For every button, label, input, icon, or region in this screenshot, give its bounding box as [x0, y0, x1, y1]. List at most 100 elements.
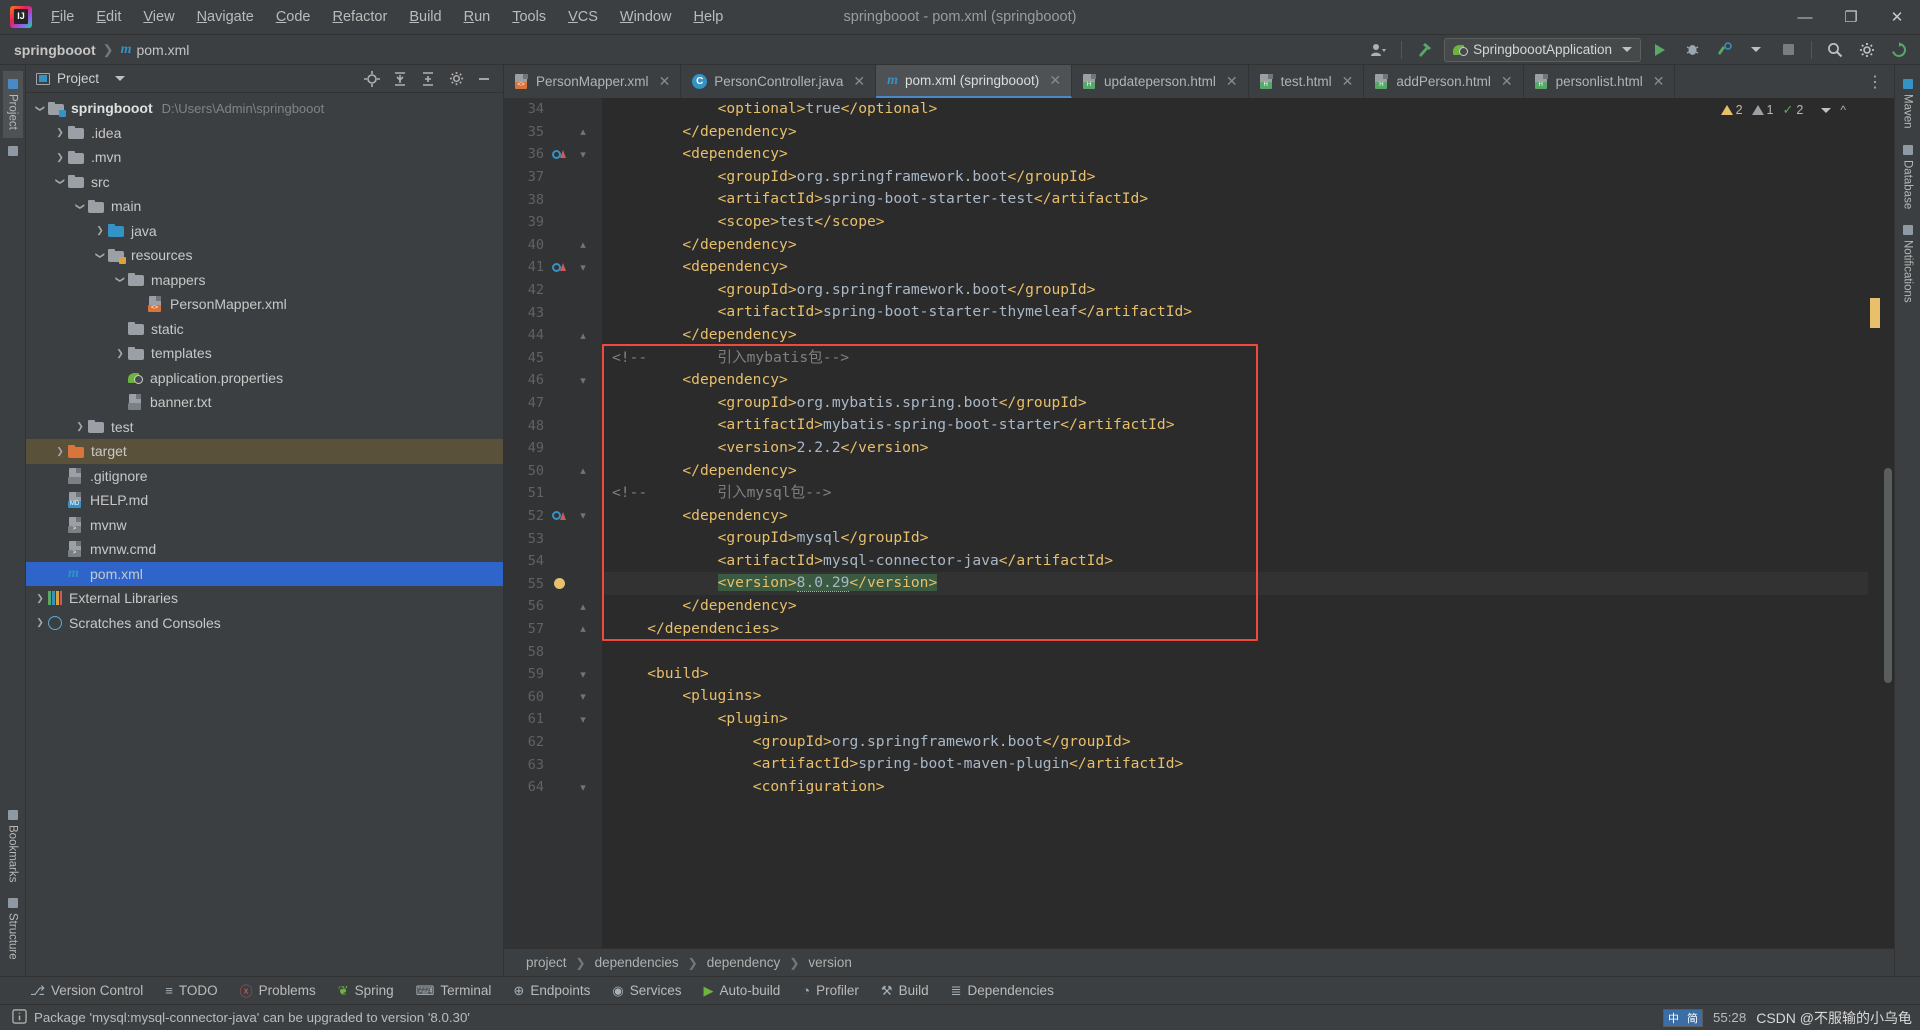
- hide-icon[interactable]: [471, 67, 497, 91]
- code-line[interactable]: <groupId>org.springframework.boot</group…: [602, 731, 1868, 754]
- gutter-row[interactable]: 57 ▴: [504, 618, 602, 641]
- close-icon[interactable]: ✕: [1049, 72, 1061, 89]
- tool-window-version-control[interactable]: ⎇ Version Control: [30, 983, 143, 999]
- run-gutter-icon[interactable]: [548, 511, 570, 521]
- fold-collapse-icon[interactable]: ▾: [570, 374, 596, 387]
- gutter-row[interactable]: 50 ▴: [504, 460, 602, 483]
- code-line[interactable]: <artifactId>spring-boot-starter-test</ar…: [602, 188, 1868, 211]
- gutter-row[interactable]: 64 ▾: [504, 776, 602, 799]
- code-line[interactable]: <build>: [602, 663, 1868, 686]
- fold-end-icon[interactable]: ▴: [570, 622, 596, 635]
- chevron-right-icon[interactable]: [52, 152, 68, 163]
- caret-position[interactable]: 55:28: [1713, 1010, 1746, 1025]
- debug-icon[interactable]: [1679, 38, 1705, 62]
- gutter-row[interactable]: 60 ▾: [504, 685, 602, 708]
- editor-tab-pom-xml-springbooot-[interactable]: m pom.xml (springbooot) ✕: [876, 65, 1073, 98]
- chevron-right-icon[interactable]: [112, 348, 128, 359]
- weak-warnings-chip[interactable]: 1: [1751, 103, 1774, 117]
- code-line[interactable]: <plugins>: [602, 685, 1868, 708]
- editor-tab-addperson-html[interactable]: HaddPerson.html ✕: [1364, 65, 1524, 98]
- gutter-row[interactable]: 59 ▾: [504, 663, 602, 686]
- rail-item-notifications[interactable]: Notifications: [1898, 217, 1918, 311]
- code-line[interactable]: <!-- 引入mysql包-->: [602, 482, 1868, 505]
- editor-scrollbar[interactable]: [1882, 98, 1894, 948]
- tool-window-bar[interactable]: ⎇ Version Control ≡ TODO ⓧ Problems ❦ Spring ⌨ Te…: [0, 976, 1920, 1004]
- fold-collapse-icon[interactable]: ▾: [570, 261, 596, 274]
- tool-window-services[interactable]: ◉ Services: [612, 983, 681, 999]
- menu-item-edit[interactable]: Edit: [85, 4, 132, 30]
- menu-item-refactor[interactable]: Refactor: [322, 4, 399, 30]
- tree-node-templates[interactable]: templates: [26, 341, 503, 366]
- editor-tab-personmapper-xml[interactable]: <> PersonMapper.xml ✕: [504, 65, 682, 98]
- gutter-row[interactable]: 40 ▴: [504, 234, 602, 257]
- breadcrumb-item-project[interactable]: project: [526, 955, 567, 970]
- gutter-row[interactable]: 56 ▴: [504, 595, 602, 618]
- gutter-row[interactable]: 44 ▴: [504, 324, 602, 347]
- menu-item-vcs[interactable]: VCS: [557, 4, 609, 30]
- intention-bulb-icon[interactable]: [548, 578, 570, 590]
- breadcrumb-project[interactable]: springbooot: [14, 42, 96, 58]
- tree-node-external-libraries[interactable]: External Libraries: [26, 586, 503, 611]
- tree-node-main[interactable]: main: [26, 194, 503, 219]
- editor-tab-updateperson-html[interactable]: Hupdateperson.html ✕: [1072, 65, 1249, 98]
- editor-marker-strip[interactable]: [1868, 98, 1882, 948]
- inspection-summary[interactable]: 2 1 ✓ 2 ^: [1720, 102, 1846, 118]
- tree-node-resources[interactable]: resources: [26, 243, 503, 268]
- gutter-row[interactable]: 53: [504, 527, 602, 550]
- editor-tab-personcontroller-java[interactable]: C PersonController.java ✕: [681, 65, 877, 98]
- tree-node-static[interactable]: static: [26, 317, 503, 342]
- gutter-row[interactable]: 46 ▾: [504, 369, 602, 392]
- code-line[interactable]: <groupId>org.springframework.boot</group…: [602, 166, 1868, 189]
- code-line[interactable]: <artifactId>mysql-connector-java</artifa…: [602, 550, 1868, 573]
- chevron-down-icon[interactable]: [92, 250, 108, 261]
- code-line[interactable]: <!-- 引入mybatis包-->: [602, 347, 1868, 370]
- tree-node-help-md[interactable]: MD HELP.md: [26, 488, 503, 513]
- gear-icon[interactable]: [443, 67, 469, 91]
- close-icon[interactable]: ✕: [1501, 73, 1513, 90]
- tree-node-springbooot[interactable]: springbooot D:\Users\Admin\springbooot: [26, 96, 503, 121]
- code-line[interactable]: <scope>test</scope>: [602, 211, 1868, 234]
- chevron-right-icon[interactable]: [92, 225, 108, 236]
- search-icon[interactable]: [1822, 38, 1848, 62]
- breadcrumb-file[interactable]: m pom.xml: [121, 42, 190, 58]
- fold-collapse-icon[interactable]: ▾: [570, 690, 596, 703]
- rail-item-project[interactable]: Project: [2, 71, 23, 138]
- chevron-down-icon[interactable]: [112, 274, 128, 285]
- run-gutter-icon[interactable]: [548, 149, 570, 159]
- gutter-row[interactable]: 45: [504, 347, 602, 370]
- chevron-down-icon[interactable]: [72, 201, 88, 212]
- code-line[interactable]: <dependency>: [602, 256, 1868, 279]
- menu-item-tools[interactable]: Tools: [501, 4, 557, 30]
- close-icon[interactable]: ✕: [1226, 73, 1238, 90]
- code-line[interactable]: <artifactId>mybatis-spring-boot-starter<…: [602, 414, 1868, 437]
- breadcrumb-item-dependencies[interactable]: dependencies: [595, 955, 679, 970]
- tree-node-mvnw-cmd[interactable]: > mvnw.cmd: [26, 537, 503, 562]
- gutter-row[interactable]: 43: [504, 301, 602, 324]
- rail-item-structure[interactable]: Structure: [3, 890, 23, 968]
- update-icon[interactable]: [1886, 38, 1912, 62]
- code-line[interactable]: [602, 640, 1868, 663]
- chevron-right-icon[interactable]: [72, 421, 88, 432]
- code-line[interactable]: </dependency>: [602, 460, 1868, 483]
- warnings-chip[interactable]: 2: [1720, 103, 1743, 117]
- gutter-row[interactable]: 42: [504, 279, 602, 302]
- rail-item-bookmarks[interactable]: Bookmarks: [3, 802, 23, 891]
- breadcrumb-item-dependency[interactable]: dependency: [707, 955, 781, 970]
- chevron-right-icon[interactable]: [32, 617, 48, 628]
- fold-collapse-icon[interactable]: ▾: [570, 781, 596, 794]
- close-icon[interactable]: ✕: [1653, 73, 1665, 90]
- close-icon[interactable]: ✕: [1342, 73, 1354, 90]
- run-gutter-icon[interactable]: [548, 262, 570, 272]
- code-line[interactable]: </dependency>: [602, 234, 1868, 257]
- chevron-down-icon[interactable]: [32, 103, 48, 114]
- code-line[interactable]: <optional>true</optional>: [602, 98, 1868, 121]
- tree-node-src[interactable]: src: [26, 170, 503, 195]
- code-line[interactable]: <plugin>: [602, 708, 1868, 731]
- close-icon[interactable]: ✕: [659, 73, 671, 90]
- tool-window-auto-build[interactable]: ▶ Auto-build: [703, 983, 780, 999]
- editor-tab-personlist-html[interactable]: Hpersonlist.html ✕: [1524, 65, 1676, 98]
- tool-window-dependencies[interactable]: ≣ Dependencies: [951, 983, 1054, 999]
- run-configuration-selector[interactable]: SpringboootApplication: [1444, 37, 1641, 62]
- editor-breadcrumb[interactable]: project ❯ dependencies ❯ dependency ❯ version: [504, 948, 1894, 976]
- code-line[interactable]: </dependency>: [602, 324, 1868, 347]
